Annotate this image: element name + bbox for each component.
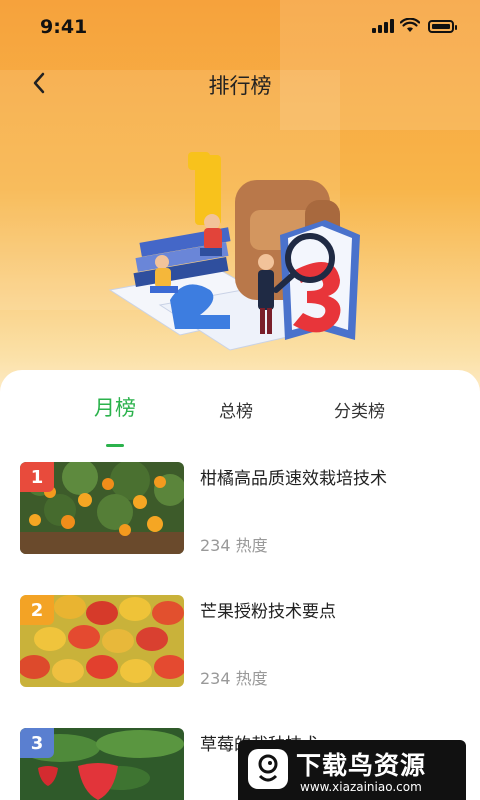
item-title: 芒果授粉技术要点 bbox=[200, 602, 336, 622]
battery-icon bbox=[428, 20, 457, 33]
tab-monthly[interactable]: 月榜 bbox=[94, 392, 136, 422]
signal-icon bbox=[372, 19, 394, 33]
status-bar: 9:41 bbox=[0, 0, 480, 56]
watermark-banner: 下载鸟资源 www.xiazainiao.com bbox=[238, 740, 466, 800]
wifi-icon bbox=[400, 18, 420, 32]
list-item[interactable]: 2 芒果授粉技术要点 234 热度 bbox=[20, 595, 460, 688]
item-thumbnail: 1 bbox=[20, 462, 184, 554]
page-title: 排行榜 bbox=[208, 74, 272, 98]
rank-badge: 2 bbox=[20, 595, 54, 625]
ranking-card: 月榜 总榜 分类榜 1 柑橘高品质速效栽培技术 234 热度 2 芒果授粉技术要… bbox=[0, 370, 480, 800]
watermark-url: www.xiazainiao.com bbox=[300, 780, 422, 794]
item-heat: 234 热度 bbox=[200, 669, 268, 688]
item-title: 柑橘高品质速效栽培技术 bbox=[200, 469, 387, 489]
status-time: 9:41 bbox=[40, 16, 88, 38]
watermark-title: 下载鸟资源 bbox=[296, 751, 427, 780]
ranking-illustration bbox=[108, 152, 360, 351]
item-heat: 234 热度 bbox=[200, 536, 268, 555]
nav-bar: 排行榜 bbox=[0, 62, 480, 106]
item-thumbnail: 2 bbox=[20, 595, 184, 687]
item-thumbnail: 3 bbox=[20, 728, 184, 800]
tab-category[interactable]: 分类榜 bbox=[334, 397, 385, 422]
bird-logo-icon bbox=[248, 749, 288, 789]
status-icons bbox=[372, 18, 457, 33]
rank-badge: 3 bbox=[20, 728, 54, 758]
list-item[interactable]: 1 柑橘高品质速效栽培技术 234 热度 bbox=[20, 462, 460, 555]
active-tab-indicator bbox=[106, 444, 124, 447]
tab-overall[interactable]: 总榜 bbox=[219, 397, 253, 422]
ranking-tabs: 月榜 总榜 分类榜 bbox=[0, 392, 480, 447]
rank-badge: 1 bbox=[20, 462, 54, 492]
